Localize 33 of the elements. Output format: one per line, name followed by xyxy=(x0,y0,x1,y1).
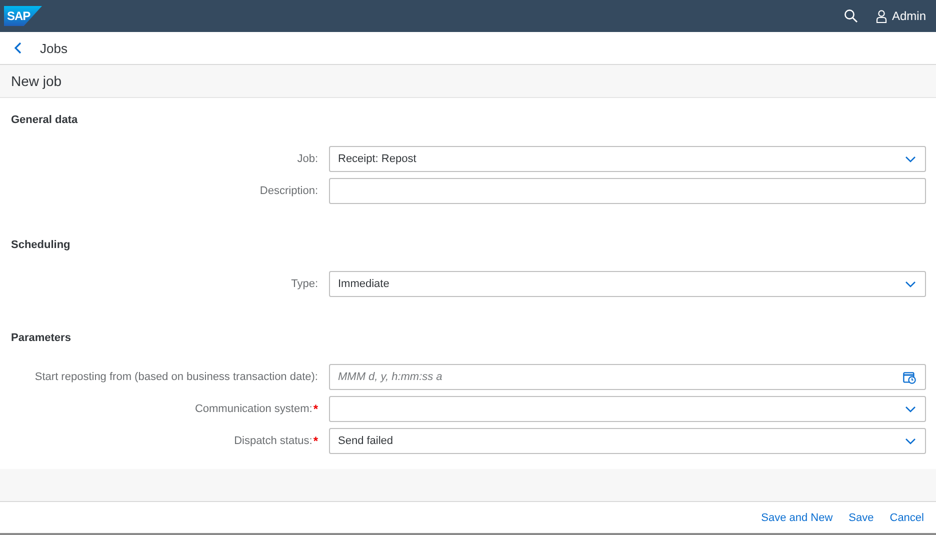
required-mark: * xyxy=(313,435,318,447)
search-icon[interactable] xyxy=(844,9,858,23)
chevron-down-icon xyxy=(905,156,916,162)
footer-button[interactable]: Cancel xyxy=(884,508,930,528)
nav-title: Jobs xyxy=(40,40,68,56)
section-title: General data xyxy=(11,113,79,128)
field-label: Description: xyxy=(260,185,318,197)
back-icon xyxy=(14,42,22,54)
field-label: Job: xyxy=(297,153,318,165)
chevron-down-icon xyxy=(905,438,916,444)
section-title: Parameters xyxy=(11,331,72,346)
chevron-down-icon xyxy=(905,406,916,412)
field-label: Dispatch status: xyxy=(234,435,312,447)
logo[interactable]: SAP xyxy=(4,6,42,26)
dropdown-field[interactable] xyxy=(329,396,926,422)
field-label: Start reposting from (based on business transaction date): xyxy=(34,371,318,383)
chevron-down-icon xyxy=(905,280,916,288)
required-mark: * xyxy=(313,403,318,415)
field-label: Communication system: xyxy=(194,403,312,415)
field-label: Type: xyxy=(291,278,318,290)
section-title: Scheduling xyxy=(11,238,72,253)
user-menu-button[interactable]: Admin xyxy=(876,9,926,23)
footer-button[interactable]: Save and New xyxy=(755,508,839,528)
page-title: New job xyxy=(11,73,62,89)
dropdown-field[interactable]: Immediate xyxy=(329,271,926,297)
person-icon xyxy=(876,10,887,22)
input-field[interactable] xyxy=(329,178,926,204)
calendar-clock-icon[interactable] xyxy=(903,370,916,384)
footer-button[interactable]: Save xyxy=(842,508,880,528)
dropdown-field[interactable]: Receipt: Repost xyxy=(329,146,926,172)
date-time-field[interactable]: MMM d, y, h:mm:ss a xyxy=(329,364,926,390)
date-input[interactable]: MMM d, y, h:mm:ss a xyxy=(338,371,903,383)
dropdown-field[interactable]: Send failed xyxy=(329,428,926,454)
